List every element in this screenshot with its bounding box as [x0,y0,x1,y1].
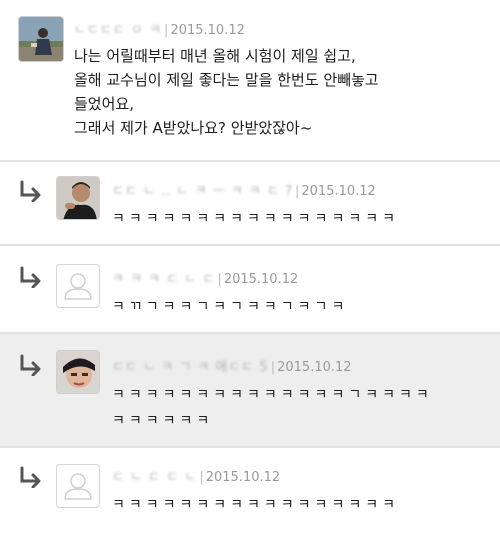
default-user-icon[interactable] [56,264,100,308]
reply-arrow-icon [20,180,41,202]
default-user-icon[interactable] [56,464,100,508]
reply-body: ㅋㄲㄱㅋㅋㄱㅋㄱㅋㅋㄱㅋㄱㅋ [112,299,349,315]
reply-date: 2015.10.12 [223,272,299,287]
reply-body: ㅋㅋㅋㅋㅋㅋㅋㅋㅋㅋㅋㅋㅋㅋㄱㅋㅋㅋㅋ ㅋㅋㅋㅋㅋㅋ [112,387,433,429]
author-name[interactable]: ㅋ ㅋ ㅋ ㄷ ㄴ ㄷ [112,272,215,287]
reply-arrow-icon [20,466,41,488]
reply-meta: ㄷㄷ ㄴ .. ㄴ ㅋ ㅡ ㅋ ㅋ ㄷ ? | 2015.10.12 [112,184,376,199]
author-name[interactable]: ㄷㄷ ㄴ .. ㄴ ㅋ ㅡ ㅋ ㅋ ㄷ ? [112,184,293,199]
reply-item: ㄷㄷ ㄴ ㅋ ㄱ ㅋ 애ㄷㄷ 5 | 2015.10.12 ㅋㅋㅋㅋㅋㅋㅋㅋㅋㅋㅋㅋ… [0,334,500,446]
post-date: 2015.10.12 [170,23,245,38]
avatar-photo [19,17,63,61]
author-name[interactable]: ㄷ ㄴ ㄷ ㄷ ㄴ [112,470,197,485]
reply-arrow-icon [20,354,41,376]
reply-arrow-icon [20,266,41,288]
author-name[interactable]: ㄷㄷ ㄴ ㅋ ㄱ ㅋ 애ㄷㄷ 5 [112,360,269,375]
avatar-photo [57,351,99,393]
post-body: 나는 어릴때부터 매년 올해 시험이 제일 쉽고, 올해 교수님이 제일 좋다는… [74,47,379,137]
reply-meta: ㅋ ㅋ ㅋ ㄷ ㄴ ㄷ | 2015.10.12 [112,272,299,287]
main-post: ㄴㄷㄷㄷ ㅇ ㅋ | 2015.10.12 나는 어릴때부터 매년 올해 시험이 제… [0,0,500,160]
avatar-photo [57,177,99,219]
reply-item: ㄷ ㄴ ㄷ ㄷ ㄴ | 2015.10.12 ㅋㅋㅋㅋㅋㅋㅋㅋㅋㅋㅋㅋㅋㅋㅋㅋㅋ [0,448,500,542]
reply-date: 2015.10.12 [301,184,376,199]
reply-meta: ㄷ ㄴ ㄷ ㄷ ㄴ | 2015.10.12 [112,470,281,485]
avatar[interactable] [18,16,64,62]
reply-date: 2015.10.12 [205,470,281,485]
reply-body: ㅋㅋㅋㅋㅋㅋㅋㅋㅋㅋㅋㅋㅋㅋㅋㅋㅋ [112,497,399,513]
reply-meta: ㄷㄷ ㄴ ㅋ ㄱ ㅋ 애ㄷㄷ 5 | 2015.10.12 [112,360,352,375]
avatar[interactable] [56,350,100,394]
avatar[interactable] [56,176,100,220]
reply-date: 2015.10.12 [277,360,352,375]
reply-item: ㄷㄷ ㄴ .. ㄴ ㅋ ㅡ ㅋ ㅋ ㄷ ? | 2015.10.12 ㅋㅋㅋㅋㅋㅋㅋ… [0,162,500,244]
post-meta: ㄴㄷㄷㄷ ㅇ ㅋ | 2015.10.12 [74,23,245,38]
comment-thread: ㄴㄷㄷㄷ ㅇ ㅋ | 2015.10.12 나는 어릴때부터 매년 올해 시험이 제… [0,0,500,542]
author-name[interactable]: ㄴㄷㄷㄷ ㅇ ㅋ [74,23,162,38]
reply-item: ㅋ ㅋ ㅋ ㄷ ㄴ ㄷ | 2015.10.12 ㅋㄲㄱㅋㅋㄱㅋㄱㅋㅋㄱㅋㄱㅋ [0,246,500,332]
reply-body: ㅋㅋㅋㅋㅋㅋㅋㅋㅋㅋㅋㅋㅋㅋㅋㅋㅋ [112,211,399,227]
